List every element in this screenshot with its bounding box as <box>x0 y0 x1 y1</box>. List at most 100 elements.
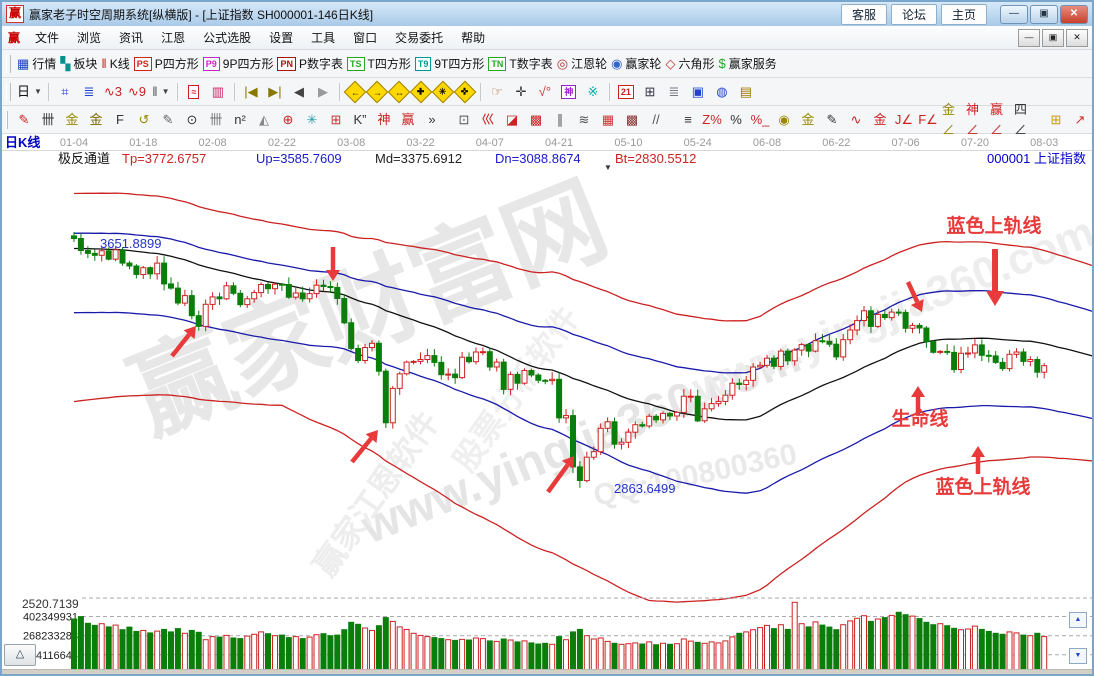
tool-fan-lines[interactable]: 巛 <box>476 109 500 131</box>
tool-circle-cross[interactable]: ⊕ <box>276 109 300 131</box>
tool-ying-tool[interactable]: 赢 <box>396 109 420 131</box>
tool-pen[interactable]: ✎ <box>12 109 36 131</box>
tool-angle-check[interactable]: √° <box>533 81 557 103</box>
tool-zigzag[interactable]: ≋ <box>572 109 596 131</box>
menu-item-窗口[interactable]: 窗口 <box>344 30 386 46</box>
tool-pen-2[interactable]: ✎ <box>156 109 180 131</box>
tool-sectors[interactable]: ▚板块 <box>58 53 99 75</box>
tool-web-view[interactable]: ⌗ <box>53 81 77 103</box>
tool-zoom-cross-icon[interactable]: ✚ <box>410 80 433 103</box>
tool-histogram[interactable]: ▥ <box>206 81 230 103</box>
tool-notes[interactable]: ≣ <box>662 81 686 103</box>
tool-gold-circle[interactable]: ◉ <box>772 109 796 131</box>
menu-item-文件[interactable]: 文件 <box>26 30 68 46</box>
tool-j-angle[interactable]: J∠ <box>892 109 916 131</box>
tool-gann-hash[interactable]: 卌 <box>36 109 60 131</box>
titlebar-link-0[interactable]: 客服 <box>841 4 887 25</box>
tool-save[interactable]: ▣ <box>686 81 710 103</box>
tool-gold-grid[interactable]: 金 <box>60 109 84 131</box>
period-label[interactable]: 日K线 <box>5 135 40 150</box>
menu-item-设置[interactable]: 设置 <box>260 30 302 46</box>
tool-f-angle[interactable]: F∠ <box>916 109 940 131</box>
tool-star-tool-icon[interactable]: ✳ <box>432 80 455 103</box>
tool-parallel-lines[interactable]: ∥ <box>548 109 572 131</box>
tool-pan-right-icon[interactable]: → <box>366 80 389 103</box>
tool-trend-tool[interactable]: ↗ <box>1068 109 1092 131</box>
tool-k-marks[interactable]: K” <box>348 109 372 131</box>
tool-kline[interactable]: ‖K线 <box>99 53 131 75</box>
tool-hexagon[interactable]: ◇六角形 <box>663 53 716 75</box>
tool-expand-h-icon[interactable]: ↔ <box>388 80 411 103</box>
tool-t-square[interactable]: TST四方形 <box>345 53 413 75</box>
tool-winner-wheel[interactable]: ◉赢家轮 <box>609 53 663 75</box>
tool-f-grid[interactable]: F <box>108 109 132 131</box>
tool-printer[interactable]: ▤ <box>734 81 758 103</box>
tool-fan-box[interactable]: ◪ <box>500 109 524 131</box>
tool-gold-red[interactable]: 金 <box>868 109 892 131</box>
tool-candle-style[interactable]: ‖▼ <box>149 81 173 103</box>
tool-gann-wheel[interactable]: ◎江恩轮 <box>555 53 609 75</box>
tool-brain[interactable]: ※ <box>581 81 605 103</box>
tool-go-next[interactable]: ▶ <box>311 81 335 103</box>
tool-grid-gold[interactable]: ⊞ <box>1044 109 1068 131</box>
tool-grid-dark[interactable]: ▩ <box>620 109 644 131</box>
chart-canvas[interactable]: 赢家财富网www.yingjia360.comwww.yingjia360.co… <box>2 134 1092 669</box>
tool-percent-lines[interactable]: %_ <box>748 109 772 131</box>
tool-gold-angle[interactable]: 金∠ <box>940 109 964 131</box>
tool-wave-tool[interactable]: ∿ <box>844 109 868 131</box>
tool-four-angle[interactable]: 四∠ <box>1012 109 1036 131</box>
tool-go-prev[interactable]: ◀ <box>287 81 311 103</box>
tool-grid-red[interactable]: ▦ <box>596 109 620 131</box>
tool-level-box[interactable]: ≈ <box>182 81 206 103</box>
tool-globe[interactable]: ◍ <box>710 81 734 103</box>
menu-item-资讯[interactable]: 资讯 <box>110 30 152 46</box>
titlebar-link-1[interactable]: 论坛 <box>891 4 937 25</box>
tool-percent[interactable]: % <box>724 109 748 131</box>
menu-item-浏览[interactable]: 浏览 <box>68 30 110 46</box>
tool-cycle-circle[interactable]: ⊙ <box>180 109 204 131</box>
titlebar-link-2[interactable]: 主页 <box>941 4 987 25</box>
tool-p-square[interactable]: PSP四方形 <box>132 53 201 75</box>
tool-quotes[interactable]: ▦行情 <box>15 53 58 75</box>
tool-period-day[interactable]: 日▼ <box>15 81 44 103</box>
child-close-button[interactable]: ✕ <box>1066 29 1088 47</box>
tool-9p-square[interactable]: P99P四方形 <box>201 53 276 75</box>
tool-go-last[interactable]: ▶| <box>263 81 287 103</box>
tool-gold-grid-2[interactable]: 金 <box>84 109 108 131</box>
minimize-button[interactable]: — <box>1000 5 1028 24</box>
menu-item-交易委托[interactable]: 交易委托 <box>386 30 452 46</box>
tool-calendar-21[interactable]: 21 <box>614 81 638 103</box>
tool-gann-web[interactable]: ✳ <box>300 109 324 131</box>
tool-hand-tool[interactable]: ☞ <box>485 81 509 103</box>
tool-shen-box[interactable]: 神 <box>557 81 581 103</box>
tool-9t-square[interactable]: T99T四方形 <box>413 53 487 75</box>
tool-ying-angle[interactable]: 赢∠ <box>988 109 1012 131</box>
tool-gold-lines[interactable]: 金 <box>796 109 820 131</box>
tool-wave-9[interactable]: ∿9 <box>125 81 149 103</box>
tool-crosshair[interactable]: ✛ <box>509 81 533 103</box>
tool-slant-lines[interactable]: // <box>644 109 668 131</box>
menu-item-帮助[interactable]: 帮助 <box>452 30 494 46</box>
tool-calculator[interactable]: ⊞ <box>638 81 662 103</box>
tool-cross-tool-icon[interactable]: ✜ <box>454 80 477 103</box>
tool-web-square[interactable]: ⊞ <box>324 109 348 131</box>
tool-web-box[interactable]: ▩ <box>524 109 548 131</box>
menu-item-工具[interactable]: 工具 <box>302 30 344 46</box>
indicator-dropdown-icon[interactable]: ▼ <box>604 163 612 172</box>
tool-shen-tool[interactable]: 神 <box>372 109 396 131</box>
tool-pan-left-icon[interactable]: ← <box>344 80 367 103</box>
tool-board-view[interactable]: ≣ <box>77 81 101 103</box>
tool-n-squared[interactable]: n² <box>228 109 252 131</box>
volume-zoom-button[interactable]: △ <box>4 644 36 666</box>
tool-z-percent[interactable]: Z% <box>700 109 724 131</box>
tool-go-first[interactable]: |◀ <box>239 81 263 103</box>
scale-down-button[interactable]: ▼ <box>1069 648 1087 664</box>
tool-levels[interactable]: ≡ <box>676 109 700 131</box>
tool-shen-angle[interactable]: 神∠ <box>964 109 988 131</box>
scale-up-button[interactable]: ▲ <box>1069 612 1087 628</box>
menu-item-江恩[interactable]: 江恩 <box>152 30 194 46</box>
close-button[interactable]: ✕ <box>1060 5 1088 24</box>
tool-wave-3[interactable]: ∿3 <box>101 81 125 103</box>
tool-more-tools[interactable]: » <box>420 109 444 131</box>
tool-mirror-angle[interactable]: ◭ <box>252 109 276 131</box>
